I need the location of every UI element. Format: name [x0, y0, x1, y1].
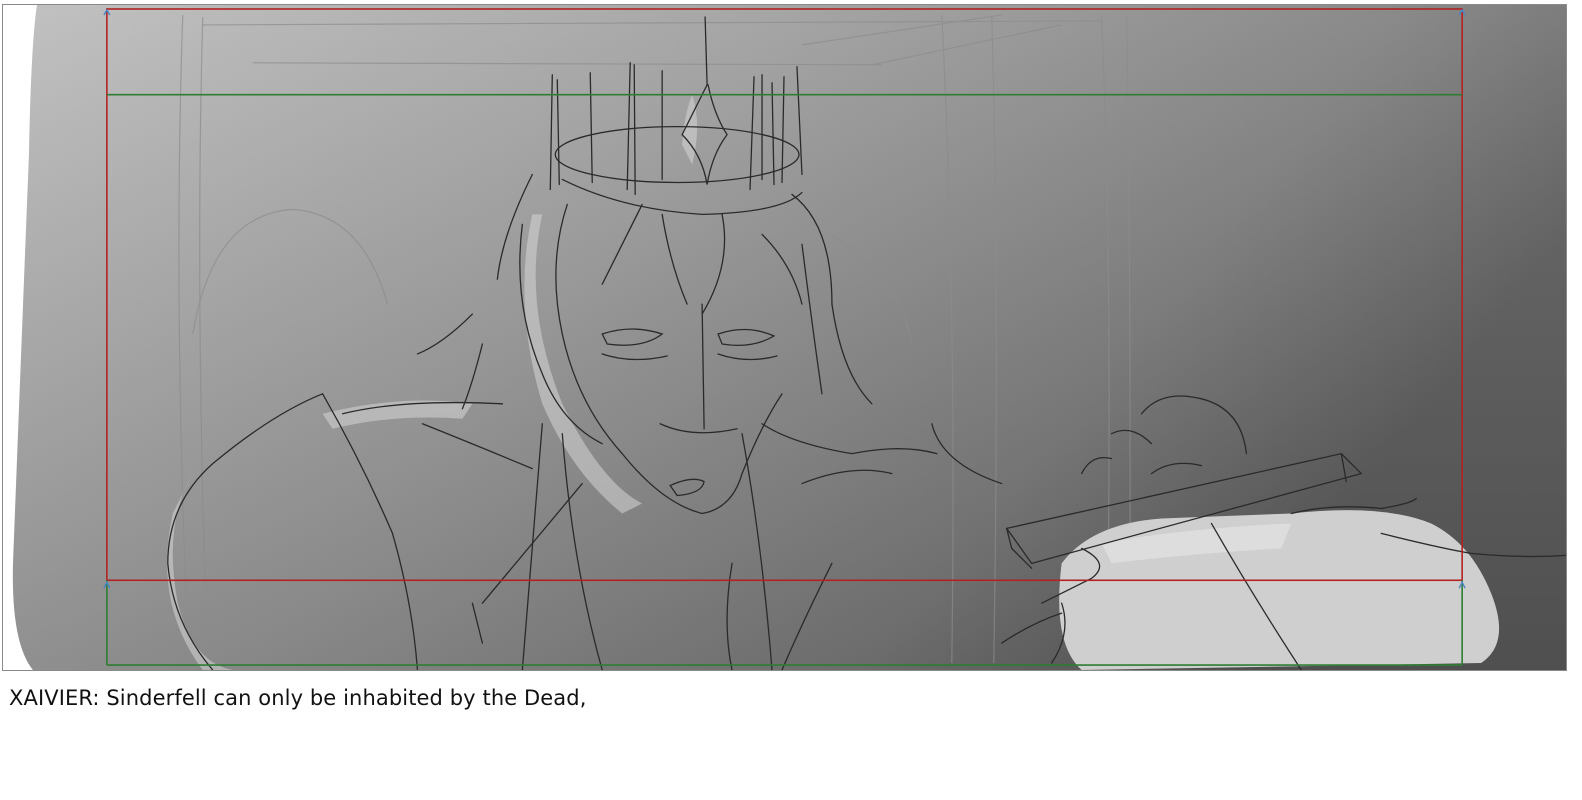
- storyboard-panel[interactable]: [2, 4, 1567, 671]
- panel-sketch-image: [3, 5, 1566, 670]
- dialogue-caption: XAIVIER: Sinderfell can only be inhabite…: [9, 686, 587, 710]
- storyboard-page: XAIVIER: Sinderfell can only be inhabite…: [0, 0, 1582, 800]
